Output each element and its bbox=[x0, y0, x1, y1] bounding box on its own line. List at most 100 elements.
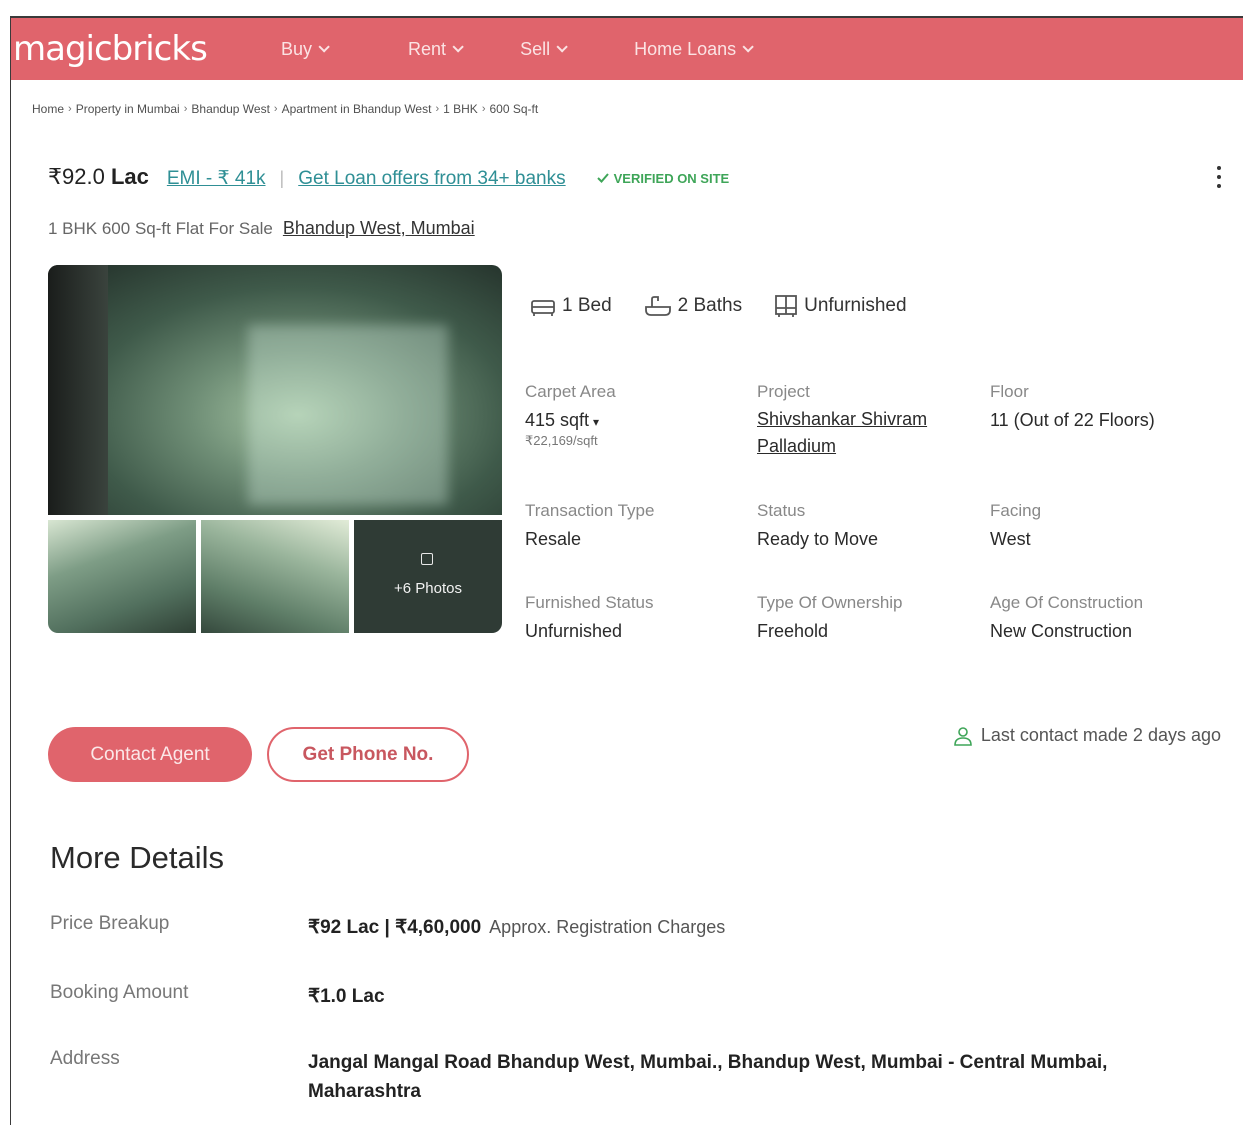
contact-agent-button[interactable]: Contact Agent bbox=[48, 727, 252, 782]
detail-transaction: Transaction Type Resale bbox=[525, 501, 654, 550]
crumb-bhandup-west[interactable]: Bhandup West bbox=[191, 102, 270, 116]
detail-label: Transaction Type bbox=[525, 501, 655, 520]
price-breakup-row: Price Breakup ₹92 Lac | ₹4,60,000 Approx.… bbox=[50, 913, 1188, 942]
crumb-sqft: 600 Sq-ft bbox=[489, 102, 539, 116]
project-link[interactable]: Shivshankar Shivram Palladium bbox=[757, 406, 927, 460]
furnishing-label: Unfurnished bbox=[804, 295, 907, 316]
main-nav: Buy Rent Sell Home Loans bbox=[271, 38, 754, 60]
furnished-value: Unfurnished bbox=[525, 621, 623, 641]
thumbnail-photo[interactable] bbox=[201, 520, 349, 633]
photo-gallery: +6 Photos bbox=[48, 265, 502, 633]
caret-down-icon: ▾ bbox=[593, 415, 600, 429]
price-breakup-value: ₹92 Lac | ₹4,60,000 Approx. Registration … bbox=[308, 913, 1188, 942]
detail-facing: Facing West bbox=[990, 501, 1041, 550]
price: ₹92.0 Lac bbox=[48, 164, 149, 190]
nav-buy[interactable]: Buy bbox=[281, 38, 330, 60]
detail-label: Floor bbox=[990, 382, 1029, 401]
more-photos-thumbnail[interactable]: +6 Photos bbox=[354, 520, 502, 633]
check-icon bbox=[596, 173, 609, 183]
listing-title: 1 BHK 600 Sq-ft Flat For Sale bbox=[48, 219, 273, 238]
registration-note: Approx. Registration Charges bbox=[489, 917, 726, 937]
price-breakup-label: Price Breakup bbox=[50, 913, 170, 934]
nav-buy-label: Buy bbox=[281, 38, 313, 59]
status-value: Ready to Move bbox=[757, 529, 879, 549]
facing-value: West bbox=[990, 529, 1031, 549]
carpet-area-text: 415 sqft bbox=[525, 410, 590, 430]
main-photo[interactable] bbox=[48, 265, 502, 515]
detail-label: Carpet Area bbox=[525, 382, 616, 401]
booking-amount-row: Booking Amount ₹1.0 Lac bbox=[50, 982, 1188, 1011]
detail-label: Project bbox=[757, 382, 810, 401]
chevron-right-icon: › bbox=[183, 103, 188, 115]
detail-furnished: Furnished Status Unfurnished bbox=[525, 593, 654, 642]
more-photos-label: +6 Photos bbox=[394, 580, 462, 597]
thumbnail-photo[interactable] bbox=[48, 520, 196, 633]
chevron-down-icon bbox=[452, 41, 464, 53]
price-row: ₹92.0 Lac EMI - ₹ 41k | Get Loan offers … bbox=[48, 164, 729, 190]
chevron-right-icon: › bbox=[68, 103, 72, 115]
wardrobe-icon bbox=[775, 295, 797, 317]
crumb-1bhk[interactable]: 1 BHK bbox=[443, 102, 478, 116]
detail-status: Status Ready to Move bbox=[757, 501, 878, 550]
chevron-down-icon bbox=[556, 41, 568, 53]
age-value: New Construction bbox=[990, 621, 1133, 641]
price-per-sqft: ₹22,169/sqft bbox=[525, 433, 598, 448]
detail-label: Furnished Status bbox=[525, 593, 654, 612]
nav-home-loans-label: Home Loans bbox=[634, 38, 737, 59]
location-link[interactable]: Bhandup West, Mumbai bbox=[283, 218, 475, 239]
carpet-area-value[interactable]: 415 sqft ▾ bbox=[525, 410, 616, 431]
detail-label: Facing bbox=[990, 501, 1042, 520]
more-options-icon[interactable] bbox=[1215, 166, 1223, 192]
feature-row: 1 Bed 2 Baths Unfurnished bbox=[530, 294, 939, 318]
last-contact-text: Last contact made 2 days ago bbox=[980, 725, 1221, 745]
bed-icon bbox=[531, 300, 555, 316]
last-contact-info: Last contact made 2 days ago bbox=[953, 725, 1221, 746]
booking-amount-value: ₹1.0 Lac bbox=[308, 986, 385, 1007]
feature-bed: 1 Bed bbox=[530, 295, 612, 317]
detail-floor: Floor 11 (Out of 22 Floors) bbox=[990, 382, 1155, 431]
detail-carpet-area: Carpet Area 415 sqft ▾ ₹22,169/sqft bbox=[525, 382, 616, 449]
site-header: magicbricks Buy Rent Sell Home Loans bbox=[11, 18, 1243, 80]
logo[interactable]: magicbricks bbox=[13, 29, 271, 69]
nav-sell-label: Sell bbox=[520, 38, 551, 59]
bathtub-icon bbox=[644, 296, 671, 316]
floor-value: 11 (Out of 22 Floors) bbox=[990, 410, 1155, 430]
verified-badge: VERIFIED ON SITE bbox=[596, 170, 730, 186]
crumb-home[interactable]: Home bbox=[32, 102, 64, 116]
feature-bath: 2 Baths bbox=[644, 295, 742, 317]
detail-label: Status bbox=[757, 501, 806, 520]
chevron-right-icon: › bbox=[481, 103, 486, 115]
emi-link[interactable]: EMI - ₹ 41k bbox=[167, 167, 266, 190]
chevron-down-icon bbox=[742, 41, 754, 53]
ownership-value: Freehold bbox=[757, 621, 829, 641]
nav-sell[interactable]: Sell bbox=[520, 38, 568, 60]
photo-icon bbox=[421, 553, 433, 565]
detail-project: Project Shivshankar Shivram Palladium bbox=[757, 382, 927, 460]
nav-home-loans[interactable]: Home Loans bbox=[634, 38, 754, 60]
nav-rent[interactable]: Rent bbox=[408, 38, 464, 60]
photo-light-patch bbox=[248, 325, 448, 505]
address-row: Address Jangal Mangal Road Bhandup West,… bbox=[50, 1048, 1188, 1106]
detail-label: Age Of Construction bbox=[990, 593, 1144, 612]
loan-offers-link[interactable]: Get Loan offers from 34+ banks bbox=[298, 168, 565, 190]
crumb-property-in-mumbai[interactable]: Property in Mumbai bbox=[76, 102, 180, 116]
get-phone-button[interactable]: Get Phone No. bbox=[267, 727, 469, 782]
listing-subtitle: 1 BHK 600 Sq-ft Flat For Sale Bhandup We… bbox=[48, 218, 475, 239]
more-details-heading: More Details bbox=[50, 840, 224, 875]
detail-ownership: Type Of Ownership Freehold bbox=[757, 593, 903, 642]
price-amount: ₹92.0 bbox=[48, 164, 111, 189]
detail-age: Age Of Construction New Construction bbox=[990, 593, 1143, 642]
bed-label: 1 Bed bbox=[562, 295, 612, 316]
booking-amount-label: Booking Amount bbox=[50, 982, 189, 1003]
price-unit: Lac bbox=[110, 164, 149, 189]
verified-label: VERIFIED ON SITE bbox=[613, 170, 730, 186]
crumb-apartment[interactable]: Apartment in Bhandup West bbox=[282, 102, 432, 116]
nav-rent-label: Rent bbox=[408, 38, 447, 59]
address-value: Jangal Mangal Road Bhandup West, Mumbai.… bbox=[308, 1052, 1108, 1102]
price-breakup-amount: ₹92 Lac | ₹4,60,000 bbox=[308, 917, 482, 938]
transaction-value: Resale bbox=[525, 529, 582, 549]
detail-label: Type Of Ownership bbox=[757, 593, 903, 612]
address-label: Address bbox=[50, 1048, 120, 1069]
project-line-1: Shivshankar Shivram bbox=[757, 409, 928, 429]
feature-furnishing: Unfurnished bbox=[774, 294, 907, 318]
